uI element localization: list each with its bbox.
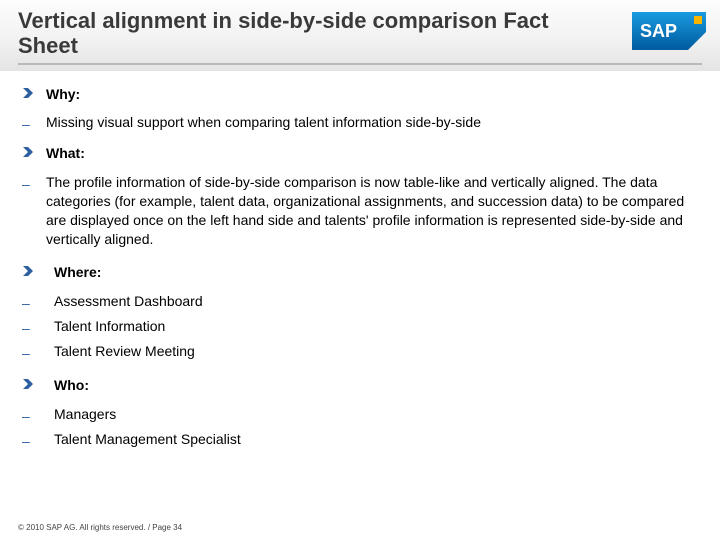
heading-text: What: [46, 144, 698, 163]
dash-icon: – [22, 405, 46, 426]
arrow-icon [22, 144, 46, 158]
dash-icon: – [22, 113, 46, 134]
section-heading-where: Where: [22, 263, 698, 282]
where-list: – Assessment Dashboard – Talent Informat… [22, 292, 698, 363]
bullet-text: Missing visual support when comparing ta… [46, 113, 698, 132]
arrow-icon [22, 376, 46, 390]
arrow-icon [22, 263, 46, 277]
bullet-item: – Talent Management Specialist [22, 430, 698, 451]
sap-logo: SAP [632, 12, 706, 50]
section-heading-what: What: [22, 144, 698, 163]
title-underline [18, 63, 702, 65]
footer-text: © 2010 SAP AG. All rights reserved. / Pa… [18, 523, 182, 532]
section-heading-who: Who: [22, 376, 698, 395]
bullet-text: Talent Information [54, 317, 698, 336]
bullet-item: – Talent Review Meeting [22, 342, 698, 363]
bullet-item: – The profile information of side-by-sid… [22, 173, 698, 249]
content-area: Why: – Missing visual support when compa… [0, 71, 720, 451]
section-heading-why: Why: [22, 85, 698, 104]
dash-icon: – [22, 173, 46, 194]
who-list: – Managers – Talent Management Specialis… [22, 405, 698, 451]
sap-logo-text: SAP [640, 21, 677, 41]
bullet-item: – Talent Information [22, 317, 698, 338]
dash-icon: – [22, 342, 46, 363]
dash-icon: – [22, 317, 46, 338]
slide-title: Vertical alignment in side-by-side compa… [18, 8, 702, 59]
heading-text: Who: [54, 376, 698, 395]
arrow-icon [22, 85, 46, 99]
bullet-text: Talent Review Meeting [54, 342, 698, 361]
slide: Vertical alignment in side-by-side compa… [0, 0, 720, 540]
heading-text: Why: [46, 85, 698, 104]
dash-icon: – [22, 430, 46, 451]
bullet-text: Assessment Dashboard [54, 292, 698, 311]
bullet-item: – Missing visual support when comparing … [22, 113, 698, 134]
heading-text: Where: [54, 263, 698, 282]
bullet-text: Talent Management Specialist [54, 430, 698, 449]
dash-icon: – [22, 292, 46, 313]
bullet-item: – Managers [22, 405, 698, 426]
bullet-item: – Assessment Dashboard [22, 292, 698, 313]
title-bar: Vertical alignment in side-by-side compa… [0, 0, 720, 71]
bullet-text: The profile information of side-by-side … [46, 173, 698, 249]
bullet-text: Managers [54, 405, 698, 424]
